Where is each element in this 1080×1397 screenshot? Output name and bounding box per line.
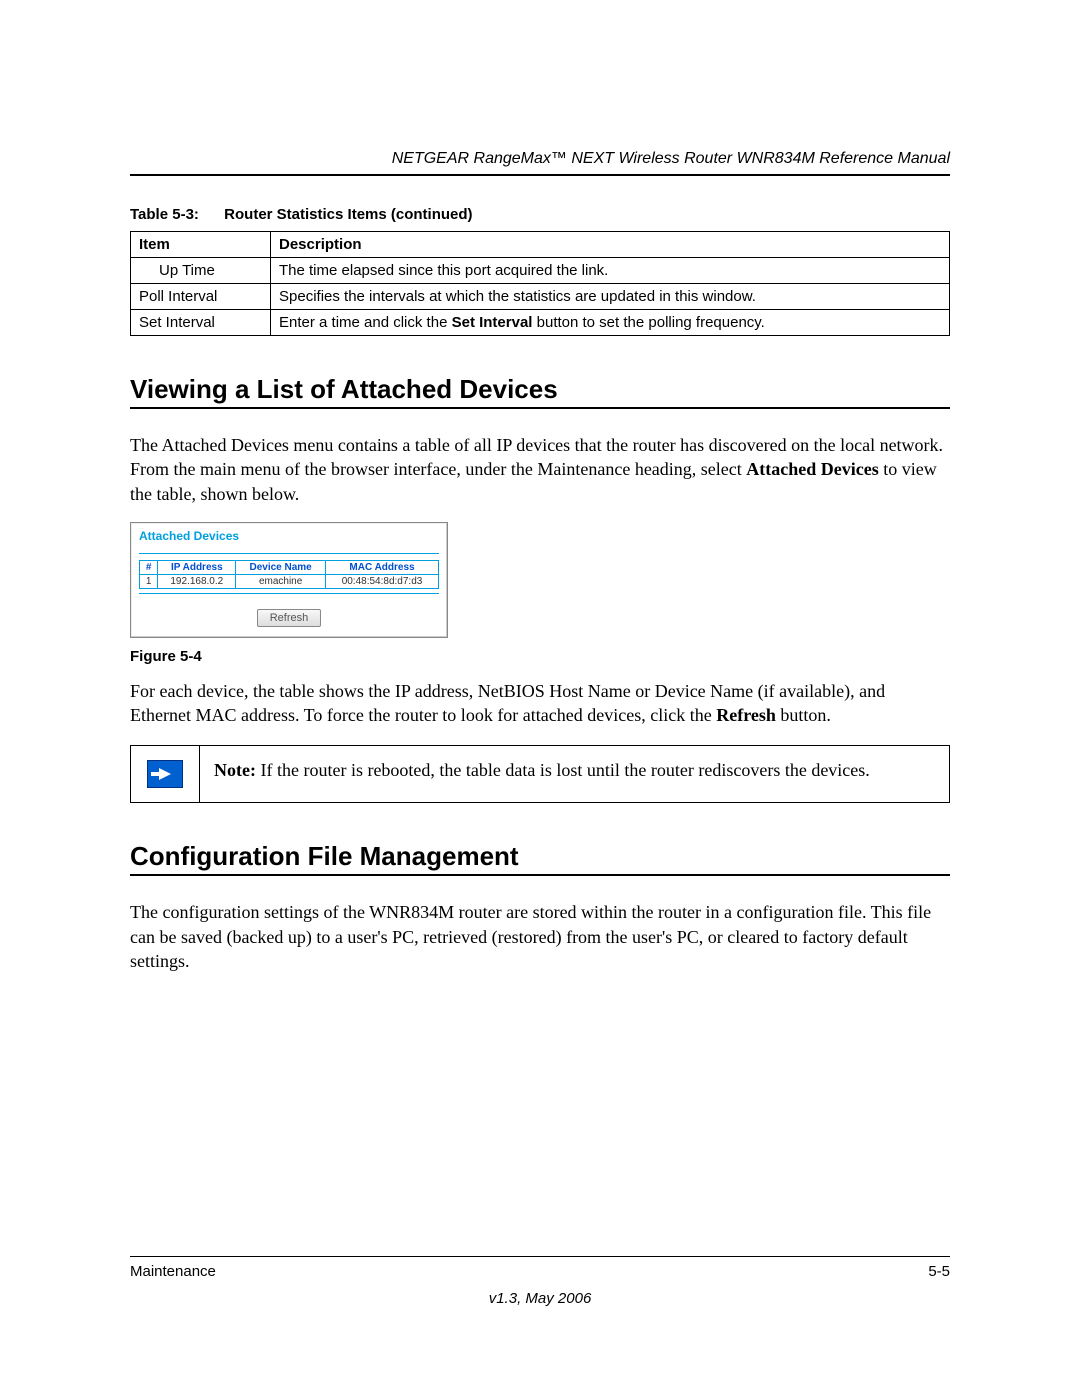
col-device-name: Device Name: [236, 560, 326, 574]
footer-row: Maintenance 5-5: [130, 1263, 950, 1280]
text: button to set the polling frequency.: [532, 314, 764, 331]
section-rule: [130, 874, 950, 876]
paragraph: The Attached Devices menu contains a tab…: [130, 433, 950, 506]
text: Enter a time and click the: [279, 314, 452, 331]
table-row: 1 192.168.0.2 emachine 00:48:54:8d:d7:d3: [140, 574, 439, 588]
note-lead: Note:: [214, 760, 260, 780]
footer: Maintenance 5-5 v1.3, May 2006: [130, 1256, 950, 1307]
col-item: Item: [131, 232, 271, 258]
paragraph: The configuration settings of the WNR834…: [130, 900, 950, 973]
stats-table: Item Description Up Time The time elapse…: [130, 231, 950, 336]
footer-page: 5-5: [928, 1263, 950, 1280]
cell-item: Poll Interval: [131, 284, 271, 310]
col-ip: IP Address: [158, 560, 236, 574]
cell-desc: Specifies the intervals at which the sta…: [271, 284, 950, 310]
attached-devices-table: # IP Address Device Name MAC Address 1 1…: [139, 560, 439, 589]
panel-sep: [139, 553, 439, 554]
header-rule: [130, 174, 950, 176]
footer-rule: [130, 1256, 950, 1257]
table-number: Table 5-3:: [130, 206, 220, 223]
table-header-row: Item Description: [131, 232, 950, 258]
note-text: Note: If the router is rebooted, the tab…: [200, 746, 884, 794]
col-description: Description: [271, 232, 950, 258]
col-num: #: [140, 560, 158, 574]
note-icon-cell: [131, 746, 200, 802]
col-mac: MAC Address: [326, 560, 439, 574]
bold-text: Refresh: [716, 705, 776, 725]
table-row: Up Time The time elapsed since this port…: [131, 258, 950, 284]
table-row: Poll Interval Specifies the intervals at…: [131, 284, 950, 310]
cell-desc: Enter a time and click the Set Interval …: [271, 310, 950, 336]
table-caption: Table 5-3: Router Statistics Items (cont…: [130, 206, 950, 223]
cell-desc: The time elapsed since this port acquire…: [271, 258, 950, 284]
table-header-row: # IP Address Device Name MAC Address: [140, 560, 439, 574]
footer-section: Maintenance: [130, 1263, 216, 1280]
cell-name: emachine: [236, 574, 326, 588]
arrow-right-icon: [147, 760, 183, 788]
cell-num: 1: [140, 574, 158, 588]
paragraph: For each device, the table shows the IP …: [130, 679, 950, 728]
bold-text: Attached Devices: [746, 459, 878, 479]
bold-text: Set Interval: [452, 314, 533, 331]
refresh-row: Refresh: [139, 606, 439, 627]
panel-sep: [139, 593, 439, 594]
note-body: If the router is rebooted, the table dat…: [260, 760, 869, 780]
table-title: Router Statistics Items (continued): [224, 206, 472, 223]
footer-version: v1.3, May 2006: [130, 1290, 950, 1307]
table-row: Set Interval Enter a time and click the …: [131, 310, 950, 336]
figure-label: Figure 5-4: [130, 648, 950, 665]
cell-mac: 00:48:54:8d:d7:d3: [326, 574, 439, 588]
text: button.: [776, 705, 831, 725]
cell-item: Up Time: [131, 258, 271, 284]
panel-title: Attached Devices: [139, 529, 439, 543]
page: NETGEAR RangeMax™ NEXT Wireless Router W…: [0, 0, 1080, 1397]
cell-ip: 192.168.0.2: [158, 574, 236, 588]
cell-item: Set Interval: [131, 310, 271, 336]
figure-wrap: Attached Devices # IP Address Device Nam…: [130, 522, 950, 638]
section-heading-config-file: Configuration File Management: [130, 841, 950, 872]
section-heading-attached-devices: Viewing a List of Attached Devices: [130, 374, 950, 405]
note-box: Note: If the router is rebooted, the tab…: [130, 745, 950, 803]
attached-devices-panel: Attached Devices # IP Address Device Nam…: [130, 522, 448, 638]
running-header: NETGEAR RangeMax™ NEXT Wireless Router W…: [130, 150, 950, 174]
section-rule: [130, 407, 950, 409]
refresh-button[interactable]: Refresh: [257, 609, 322, 627]
